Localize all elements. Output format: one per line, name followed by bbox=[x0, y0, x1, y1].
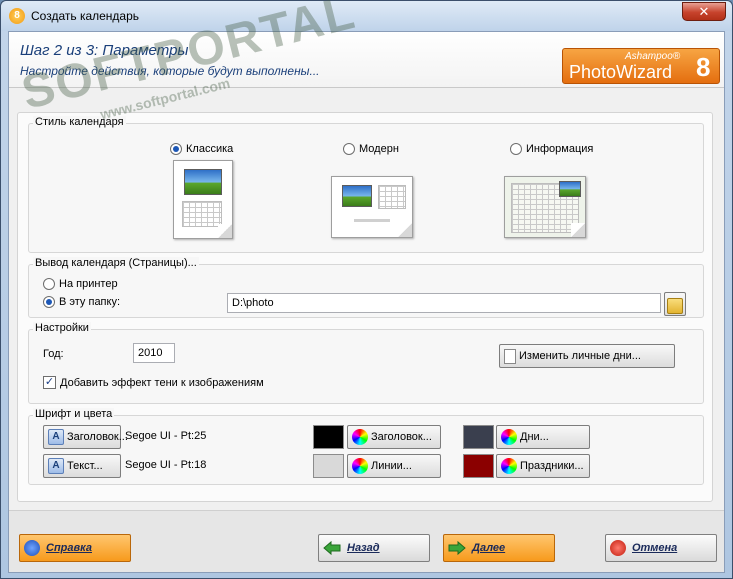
lines-color-button-label: Линии... bbox=[371, 460, 412, 472]
calendar-style-label: Стиль календаря bbox=[33, 116, 126, 128]
header-color-button[interactable]: Заголовок... bbox=[347, 425, 441, 449]
arrow-right-icon bbox=[448, 541, 466, 556]
font-icon: A bbox=[48, 458, 64, 475]
days-color-button-label: Дни... bbox=[520, 431, 549, 443]
style-classic-label: Классика bbox=[186, 143, 234, 156]
output-label: Вывод календаря (Страницы)... bbox=[33, 257, 199, 269]
font-color-group: Шрифт и цвета A Заголовок... Segoe UI - P… bbox=[28, 408, 704, 485]
output-group: Вывод календаря (Страницы)... На принтер… bbox=[28, 257, 704, 318]
page-fold-icon bbox=[218, 224, 232, 238]
classic-style-preview[interactable] bbox=[173, 160, 233, 239]
days-color-swatch bbox=[463, 425, 494, 449]
radio-classic[interactable] bbox=[170, 143, 182, 156]
preview-calendar-grid bbox=[182, 201, 222, 227]
text-font-button-label: Текст... bbox=[67, 460, 103, 472]
output-folder-option[interactable]: В эту папку: bbox=[43, 296, 121, 309]
arrow-left-icon bbox=[323, 541, 341, 556]
step-title: Шаг 2 из 3: Параметры bbox=[20, 42, 189, 59]
color-wheel-icon bbox=[352, 458, 368, 475]
step-subtitle: Настройте действия, которые будут выполн… bbox=[20, 64, 320, 78]
shadow-checkbox-label: Добавить эффект тени к изображениям bbox=[60, 376, 264, 389]
edit-personal-days-button[interactable]: Изменить личные дни... bbox=[499, 344, 675, 368]
preview-bar bbox=[354, 219, 390, 222]
preview-photo bbox=[184, 169, 222, 195]
page-fold-icon bbox=[398, 223, 412, 237]
year-input[interactable]: 2010 bbox=[133, 343, 175, 363]
photowizard-logo: Ashampoo® PhotoWizard 8 bbox=[562, 48, 720, 84]
dialog-client-area: Шаг 2 из 3: Параметры Настройте действия… bbox=[8, 31, 725, 573]
preview-photo bbox=[342, 185, 372, 207]
shadow-checkbox[interactable]: ✓ bbox=[43, 376, 56, 389]
header-font-value: Segoe UI - Pt:25 bbox=[125, 430, 207, 442]
back-button-label: Назад bbox=[347, 542, 380, 554]
header-font-button[interactable]: A Заголовок... bbox=[43, 425, 128, 449]
font-icon: A bbox=[48, 429, 64, 446]
back-button[interactable]: Назад bbox=[318, 534, 430, 562]
logo-name: PhotoWizard bbox=[569, 62, 673, 82]
days-color-button[interactable]: Дни... bbox=[496, 425, 590, 449]
header-font-button-label: Заголовок... bbox=[67, 431, 128, 443]
folder-label: В эту папку: bbox=[59, 296, 121, 309]
app-icon: 8 bbox=[9, 8, 25, 24]
folder-icon bbox=[667, 298, 683, 315]
lines-color-button[interactable]: Линии... bbox=[347, 454, 441, 478]
holidays-color-button-label: Праздники... bbox=[520, 460, 584, 472]
color-wheel-icon bbox=[352, 429, 368, 446]
radio-printer[interactable] bbox=[43, 278, 55, 291]
logo-version: 8 bbox=[696, 52, 711, 82]
dialog-window: 8 Создать календарь ✕ Шаг 2 из 3: Параме… bbox=[0, 0, 733, 579]
info-style-preview[interactable] bbox=[504, 176, 586, 238]
folder-path-input[interactable]: D:\photo bbox=[227, 293, 661, 313]
settings-label: Настройки bbox=[33, 322, 91, 334]
radio-folder[interactable] bbox=[43, 296, 55, 309]
wizard-header: Шаг 2 из 3: Параметры Настройте действия… bbox=[9, 32, 724, 88]
cancel-button-label: Отмена bbox=[632, 542, 678, 554]
radio-modern[interactable] bbox=[343, 143, 355, 156]
close-button[interactable]: ✕ bbox=[682, 2, 726, 21]
page-fold-icon bbox=[571, 223, 585, 237]
output-printer-option[interactable]: На принтер bbox=[43, 278, 118, 291]
help-icon bbox=[24, 540, 40, 557]
cancel-icon bbox=[610, 540, 626, 557]
settings-group: Настройки Год: 2010 Изменить личные дни.… bbox=[28, 322, 704, 404]
settings-panel: Стиль календаря Классика Модерн Информац… bbox=[17, 112, 713, 502]
color-wheel-icon bbox=[501, 458, 517, 475]
preview-photo bbox=[559, 181, 581, 197]
help-button-label: Справка bbox=[46, 542, 92, 554]
wizard-footer: Справка Назад Далее Отмена bbox=[9, 510, 724, 572]
color-wheel-icon bbox=[501, 429, 517, 446]
text-font-value: Segoe UI - Pt:18 bbox=[125, 459, 207, 471]
style-option-info[interactable]: Информация bbox=[510, 143, 594, 156]
modern-style-preview[interactable] bbox=[331, 176, 413, 238]
header-color-button-label: Заголовок... bbox=[371, 431, 432, 443]
style-info-label: Информация bbox=[526, 143, 594, 156]
next-button-label: Далее bbox=[472, 542, 506, 554]
year-label: Год: bbox=[43, 348, 64, 360]
lines-color-swatch bbox=[313, 454, 344, 478]
printer-label: На принтер bbox=[59, 278, 118, 291]
style-modern-label: Модерн bbox=[359, 143, 399, 156]
font-color-label: Шрифт и цвета bbox=[33, 408, 115, 420]
title-bar[interactable]: 8 Создать календарь ✕ bbox=[1, 1, 732, 31]
logo-brand: Ashampoo® bbox=[625, 51, 681, 62]
style-option-classic[interactable]: Классика bbox=[170, 143, 234, 156]
cancel-button[interactable]: Отмена bbox=[605, 534, 717, 562]
shadow-effect-option[interactable]: ✓ Добавить эффект тени к изображениям bbox=[43, 376, 264, 389]
preview-calendar-grid bbox=[378, 185, 406, 209]
text-font-button[interactable]: A Текст... bbox=[43, 454, 121, 478]
header-color-swatch bbox=[313, 425, 344, 449]
document-icon bbox=[504, 348, 516, 364]
style-option-modern[interactable]: Модерн bbox=[343, 143, 399, 156]
next-button[interactable]: Далее bbox=[443, 534, 555, 562]
edit-personal-days-label: Изменить личные дни... bbox=[519, 350, 641, 362]
help-button[interactable]: Справка bbox=[19, 534, 131, 562]
calendar-style-group: Стиль календаря Классика Модерн Информац… bbox=[28, 116, 704, 253]
window-title: Создать календарь bbox=[31, 9, 140, 23]
radio-info[interactable] bbox=[510, 143, 522, 156]
holidays-color-button[interactable]: Праздники... bbox=[496, 454, 590, 478]
browse-folder-button[interactable] bbox=[664, 292, 686, 316]
holidays-color-swatch bbox=[463, 454, 494, 478]
